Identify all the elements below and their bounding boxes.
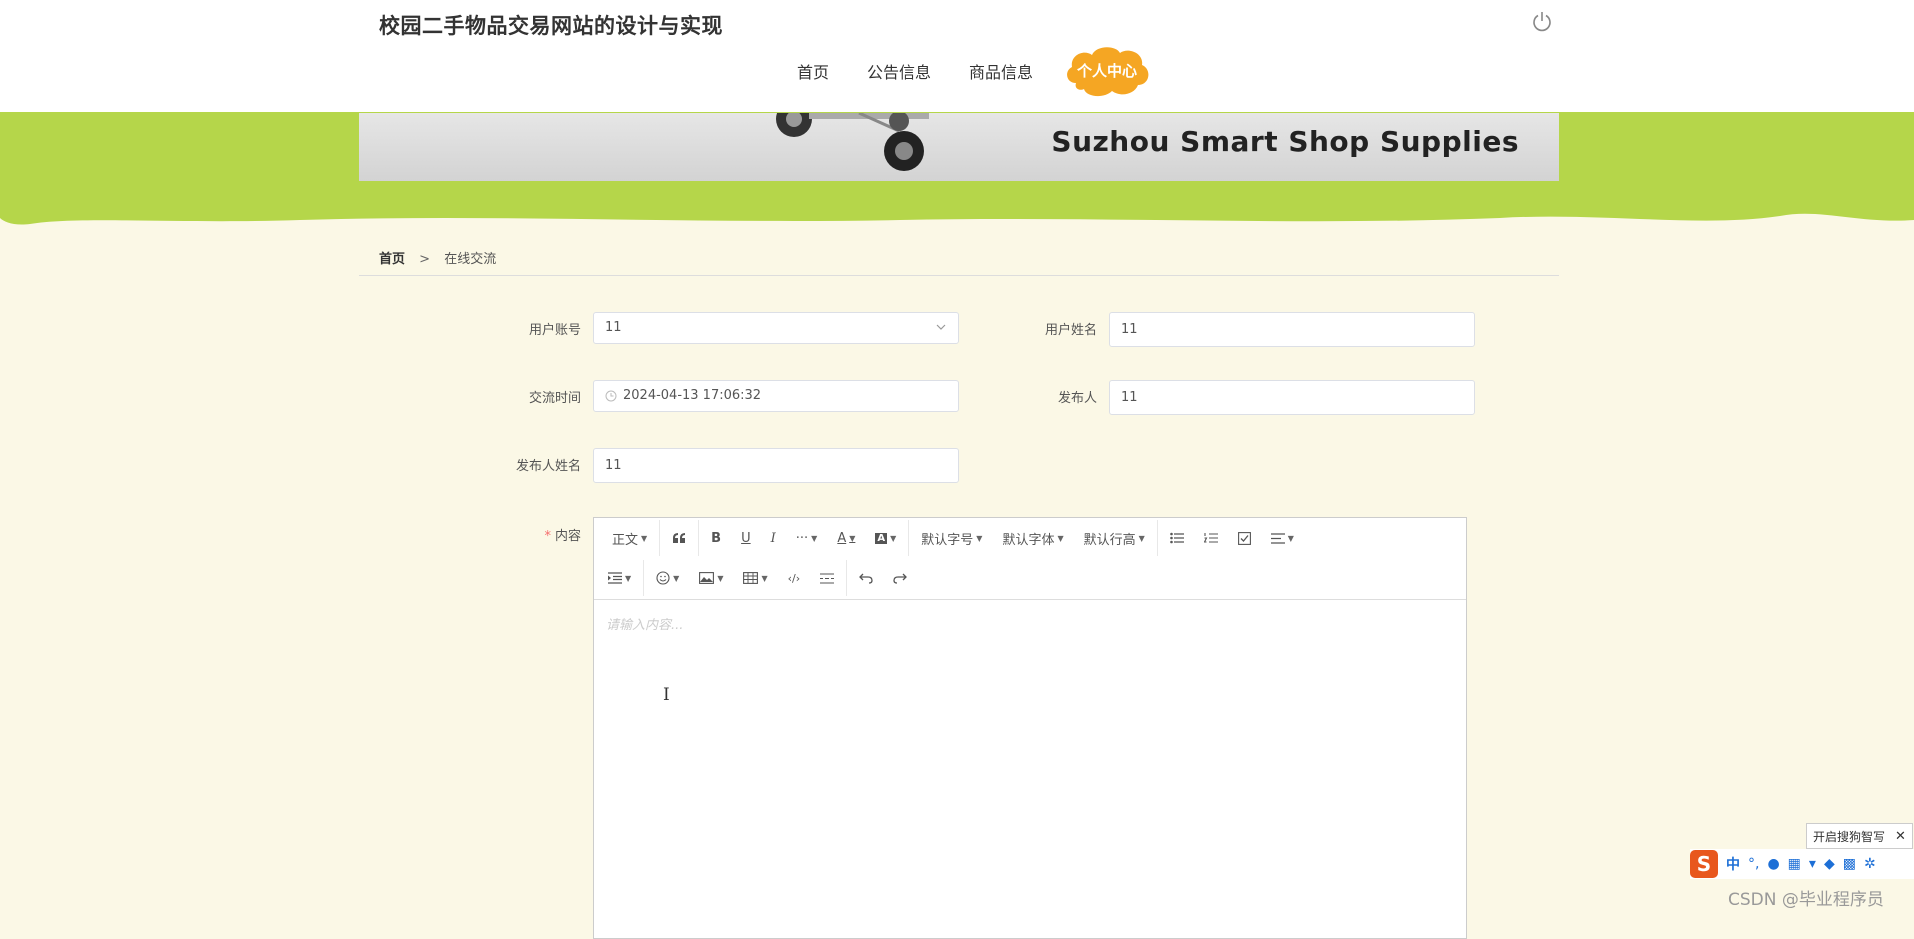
more-icon[interactable]: ··· ▼ bbox=[786, 518, 828, 558]
required-mark: * bbox=[544, 529, 551, 544]
publisher-label: 发布人 bbox=[1057, 391, 1097, 406]
breadcrumb: 首页 > 在线交流 bbox=[379, 248, 496, 267]
font-size-label: 默认字号 bbox=[921, 532, 974, 548]
text-cursor-icon: I bbox=[663, 685, 670, 705]
paragraph-label: 正文 bbox=[612, 532, 639, 548]
nav-personal-center-label: 个人中心 bbox=[1077, 62, 1138, 80]
sogou-logo-icon[interactable]: S bbox=[1690, 850, 1718, 878]
site-title: 校园二手物品交易网站的设计与实现 bbox=[379, 14, 723, 38]
toolbar-divider bbox=[1156, 520, 1158, 556]
align-icon[interactable]: ▼ bbox=[1261, 518, 1304, 558]
toolbar-row-2: ▼ ▼ ▼ ▼ ‹/› bbox=[594, 558, 917, 598]
user-name-field[interactable]: 11 bbox=[1109, 312, 1475, 347]
nav-announcements[interactable]: 公告信息 bbox=[848, 59, 950, 83]
user-name-label: 用户姓名 bbox=[1044, 323, 1097, 338]
main-nav: 首页 公告信息 商品信息 个人中心 bbox=[778, 42, 1152, 100]
nav-personal-center[interactable]: 个人中心 bbox=[1062, 43, 1152, 99]
toolbar-row-1: 正文 ▼ B U I ··· ▼ A ▼ A ▼ 默认字号 ▼ 默认字体 ▼ 默认行高 ▼ ▼ bbox=[594, 518, 1304, 558]
banner-image: Suzhou Smart Shop Supplies bbox=[359, 113, 1559, 181]
bold-icon[interactable]: B bbox=[701, 518, 731, 558]
nav-home[interactable]: 首页 bbox=[778, 59, 848, 83]
breadcrumb-separator: > bbox=[419, 252, 431, 267]
publisher-field[interactable]: 11 bbox=[1109, 380, 1475, 415]
close-icon[interactable]: ✕ bbox=[1895, 829, 1906, 844]
emoji-icon[interactable]: ▼ bbox=[646, 558, 689, 598]
table-icon[interactable]: ▼ bbox=[733, 558, 777, 598]
breadcrumb-home[interactable]: 首页 bbox=[379, 252, 405, 267]
paragraph-select[interactable]: 正文 ▼ bbox=[594, 518, 657, 558]
line-height-label: 默认行高 bbox=[1083, 532, 1136, 548]
user-account-value: 11 bbox=[605, 320, 622, 335]
divider-icon[interactable] bbox=[810, 558, 844, 598]
clock-icon bbox=[605, 390, 617, 401]
bulleted-list-icon[interactable] bbox=[1160, 518, 1194, 558]
user-name-value: 11 bbox=[1121, 322, 1138, 337]
site-header: 校园二手物品交易网站的设计与实现 首页 公告信息 商品信息 个人中心 bbox=[0, 0, 1914, 113]
breadcrumb-current: 在线交流 bbox=[444, 252, 497, 267]
toolbar-divider bbox=[846, 560, 848, 596]
undo-icon[interactable] bbox=[849, 558, 883, 598]
font-family-select[interactable]: 默认字体 ▼ bbox=[992, 518, 1073, 558]
ime-tip: 开启搜狗智写 ✕ bbox=[1806, 823, 1913, 849]
watermark: CSDN @毕业程序员 bbox=[1728, 890, 1884, 910]
power-icon[interactable] bbox=[1531, 10, 1553, 32]
settings-icon[interactable]: ✲ bbox=[1864, 856, 1876, 872]
game-icon[interactable]: ◆ bbox=[1824, 856, 1835, 872]
banner-text: Suzhou Smart Shop Supplies bbox=[1051, 125, 1519, 158]
underline-icon[interactable]: U bbox=[731, 518, 761, 558]
todo-icon[interactable] bbox=[1228, 518, 1261, 558]
content-label-text: 内容 bbox=[554, 529, 581, 544]
toolbar-divider bbox=[698, 520, 700, 556]
user-account-select[interactable]: 11 bbox=[593, 312, 959, 344]
code-icon[interactable]: ‹/› bbox=[778, 558, 811, 598]
exchange-time-picker[interactable]: 2024-04-13 17:06:32 bbox=[593, 380, 959, 412]
editor-placeholder[interactable]: 请输入内容... bbox=[606, 614, 683, 633]
italic-icon[interactable]: I bbox=[761, 518, 786, 558]
background-color-icon[interactable]: A ▼ bbox=[865, 518, 906, 558]
punctuation-icon[interactable]: °, bbox=[1748, 856, 1759, 872]
indent-icon[interactable]: ▼ bbox=[594, 558, 641, 598]
nav-products[interactable]: 商品信息 bbox=[950, 59, 1052, 83]
keyboard-icon[interactable]: ▦ bbox=[1788, 856, 1801, 872]
content-label: * 内容 bbox=[461, 525, 581, 544]
font-size-select[interactable]: 默认字号 ▼ bbox=[911, 518, 992, 558]
breadcrumb-divider bbox=[359, 275, 1559, 276]
toolbar-divider bbox=[908, 520, 910, 556]
quote-icon[interactable] bbox=[662, 518, 696, 558]
exchange-time-value: 2024-04-13 17:06:32 bbox=[623, 388, 762, 403]
microphone-icon[interactable]: ● bbox=[1767, 856, 1779, 872]
ime-language[interactable]: 中 bbox=[1726, 854, 1740, 874]
rich-text-editor: 正文 ▼ B U I ··· ▼ A ▼ A ▼ 默认字号 ▼ 默认字体 ▼ 默认行高 ▼ ▼… bbox=[593, 517, 1467, 939]
publisher-value: 11 bbox=[1121, 390, 1138, 405]
publisher-name-value: 11 bbox=[605, 458, 622, 473]
toolbar-divider bbox=[659, 520, 661, 556]
user-account-label: 用户账号 bbox=[528, 323, 581, 338]
publisher-name-field[interactable]: 11 bbox=[593, 448, 959, 483]
publisher-name-label: 发布人姓名 bbox=[515, 459, 581, 474]
caret-icon: ▼ bbox=[641, 533, 648, 543]
image-icon[interactable]: ▼ bbox=[689, 558, 733, 598]
redo-icon[interactable] bbox=[883, 558, 917, 598]
chevron-down-icon bbox=[936, 324, 946, 330]
editor-toolbar: 正文 ▼ B U I ··· ▼ A ▼ A ▼ 默认字号 ▼ 默认字体 ▼ 默认行高 ▼ ▼… bbox=[594, 518, 1466, 600]
exchange-time-label: 交流时间 bbox=[528, 391, 581, 406]
numbered-list-icon[interactable] bbox=[1194, 518, 1228, 558]
ime-tip-text[interactable]: 开启搜狗智写 bbox=[1813, 828, 1885, 845]
toolbox-icon[interactable]: ▩ bbox=[1843, 856, 1856, 872]
skin-icon[interactable]: ▾ bbox=[1809, 856, 1816, 872]
font-color-icon[interactable]: A ▼ bbox=[827, 518, 865, 558]
font-family-label: 默认字体 bbox=[1002, 532, 1055, 548]
toolbar-divider bbox=[643, 560, 645, 596]
ime-toolbar: S 中 °, ● ▦ ▾ ◆ ▩ ✲ bbox=[1690, 849, 1914, 879]
line-height-select[interactable]: 默认行高 ▼ bbox=[1074, 518, 1155, 558]
